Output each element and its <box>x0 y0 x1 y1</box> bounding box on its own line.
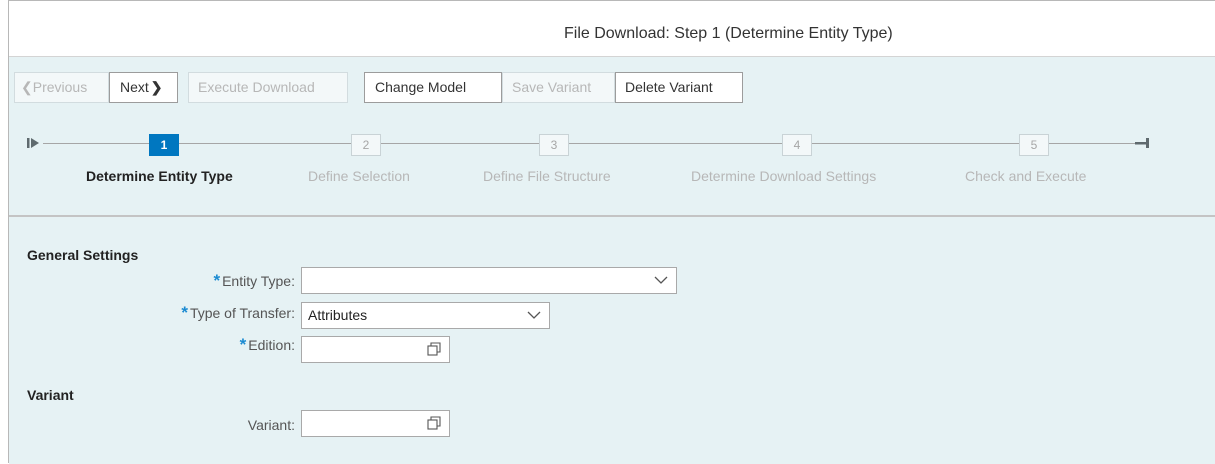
type-of-transfer-dropdown[interactable]: Attributes <box>301 302 550 329</box>
next-button[interactable]: Next ❯ <box>109 72 178 103</box>
change-model-button[interactable]: Change Model <box>364 72 502 103</box>
required-indicator: * <box>181 303 188 322</box>
roadmap: 1 2 3 4 5 Determine Entity Type Define S… <box>9 127 1215 187</box>
roadmap-connector <box>1049 143 1137 144</box>
roadmap-connector <box>43 143 149 144</box>
page-title: File Download: Step 1 (Determine Entity … <box>564 25 893 42</box>
entity-type-label: * Entity Type: <box>213 271 295 290</box>
roadmap-step-5[interactable]: 5 <box>1019 134 1049 156</box>
roadmap-step-4[interactable]: 4 <box>782 134 812 156</box>
roadmap-start-icon <box>27 138 39 148</box>
previous-label: Previous <box>32 79 88 95</box>
roadmap-end-icon <box>1135 138 1149 148</box>
value-help-icon[interactable] <box>427 342 441 356</box>
roadmap-step-3-label[interactable]: Define File Structure <box>483 168 611 184</box>
chevron-right-icon: ❯ <box>150 79 163 95</box>
required-indicator: * <box>213 271 221 290</box>
entity-type-dropdown[interactable] <box>301 267 677 294</box>
roadmap-connector <box>812 143 1019 144</box>
chevron-left-icon: ❮ <box>21 79 33 95</box>
roadmap-step-2-label[interactable]: Define Selection <box>308 168 410 184</box>
type-of-transfer-label: * Type of Transfer: <box>181 303 295 322</box>
chevron-down-icon[interactable] <box>527 310 541 320</box>
variant-heading: Variant <box>27 387 74 403</box>
execute-download-button[interactable]: Execute Download <box>188 72 348 103</box>
chevron-down-icon[interactable] <box>654 275 668 285</box>
roadmap-connector <box>569 143 782 144</box>
roadmap-step-4-label[interactable]: Determine Download Settings <box>691 168 876 184</box>
roadmap-step-2[interactable]: 2 <box>351 134 381 156</box>
edition-label: * Edition: <box>239 335 295 354</box>
variant-label: Variant: <box>247 417 295 433</box>
toolbar-area: ❮Previous Next ❯ Execute Download Change … <box>9 57 1215 215</box>
required-indicator: * <box>239 335 247 354</box>
roadmap-step-1[interactable]: 1 <box>149 134 179 156</box>
edition-input[interactable] <box>301 336 450 363</box>
delete-variant-button[interactable]: Delete Variant <box>615 72 743 103</box>
general-settings-heading: General Settings <box>27 247 139 263</box>
previous-button[interactable]: ❮Previous <box>14 72 109 103</box>
variant-input[interactable] <box>301 410 450 437</box>
roadmap-connector <box>381 143 539 144</box>
next-label: Next <box>120 79 149 95</box>
save-variant-button[interactable]: Save Variant <box>502 72 615 103</box>
roadmap-step-3[interactable]: 3 <box>539 134 569 156</box>
value-help-icon[interactable] <box>427 416 441 430</box>
roadmap-step-5-label[interactable]: Check and Execute <box>965 168 1086 184</box>
title-bar: File Download: Step 1 (Determine Entity … <box>9 1 1215 57</box>
roadmap-step-1-label[interactable]: Determine Entity Type <box>86 168 233 184</box>
form-area: General Settings * Entity Type: * Type of … <box>9 217 1215 464</box>
app-window: File Download: Step 1 (Determine Entity … <box>8 0 1215 464</box>
roadmap-connector <box>179 143 351 144</box>
